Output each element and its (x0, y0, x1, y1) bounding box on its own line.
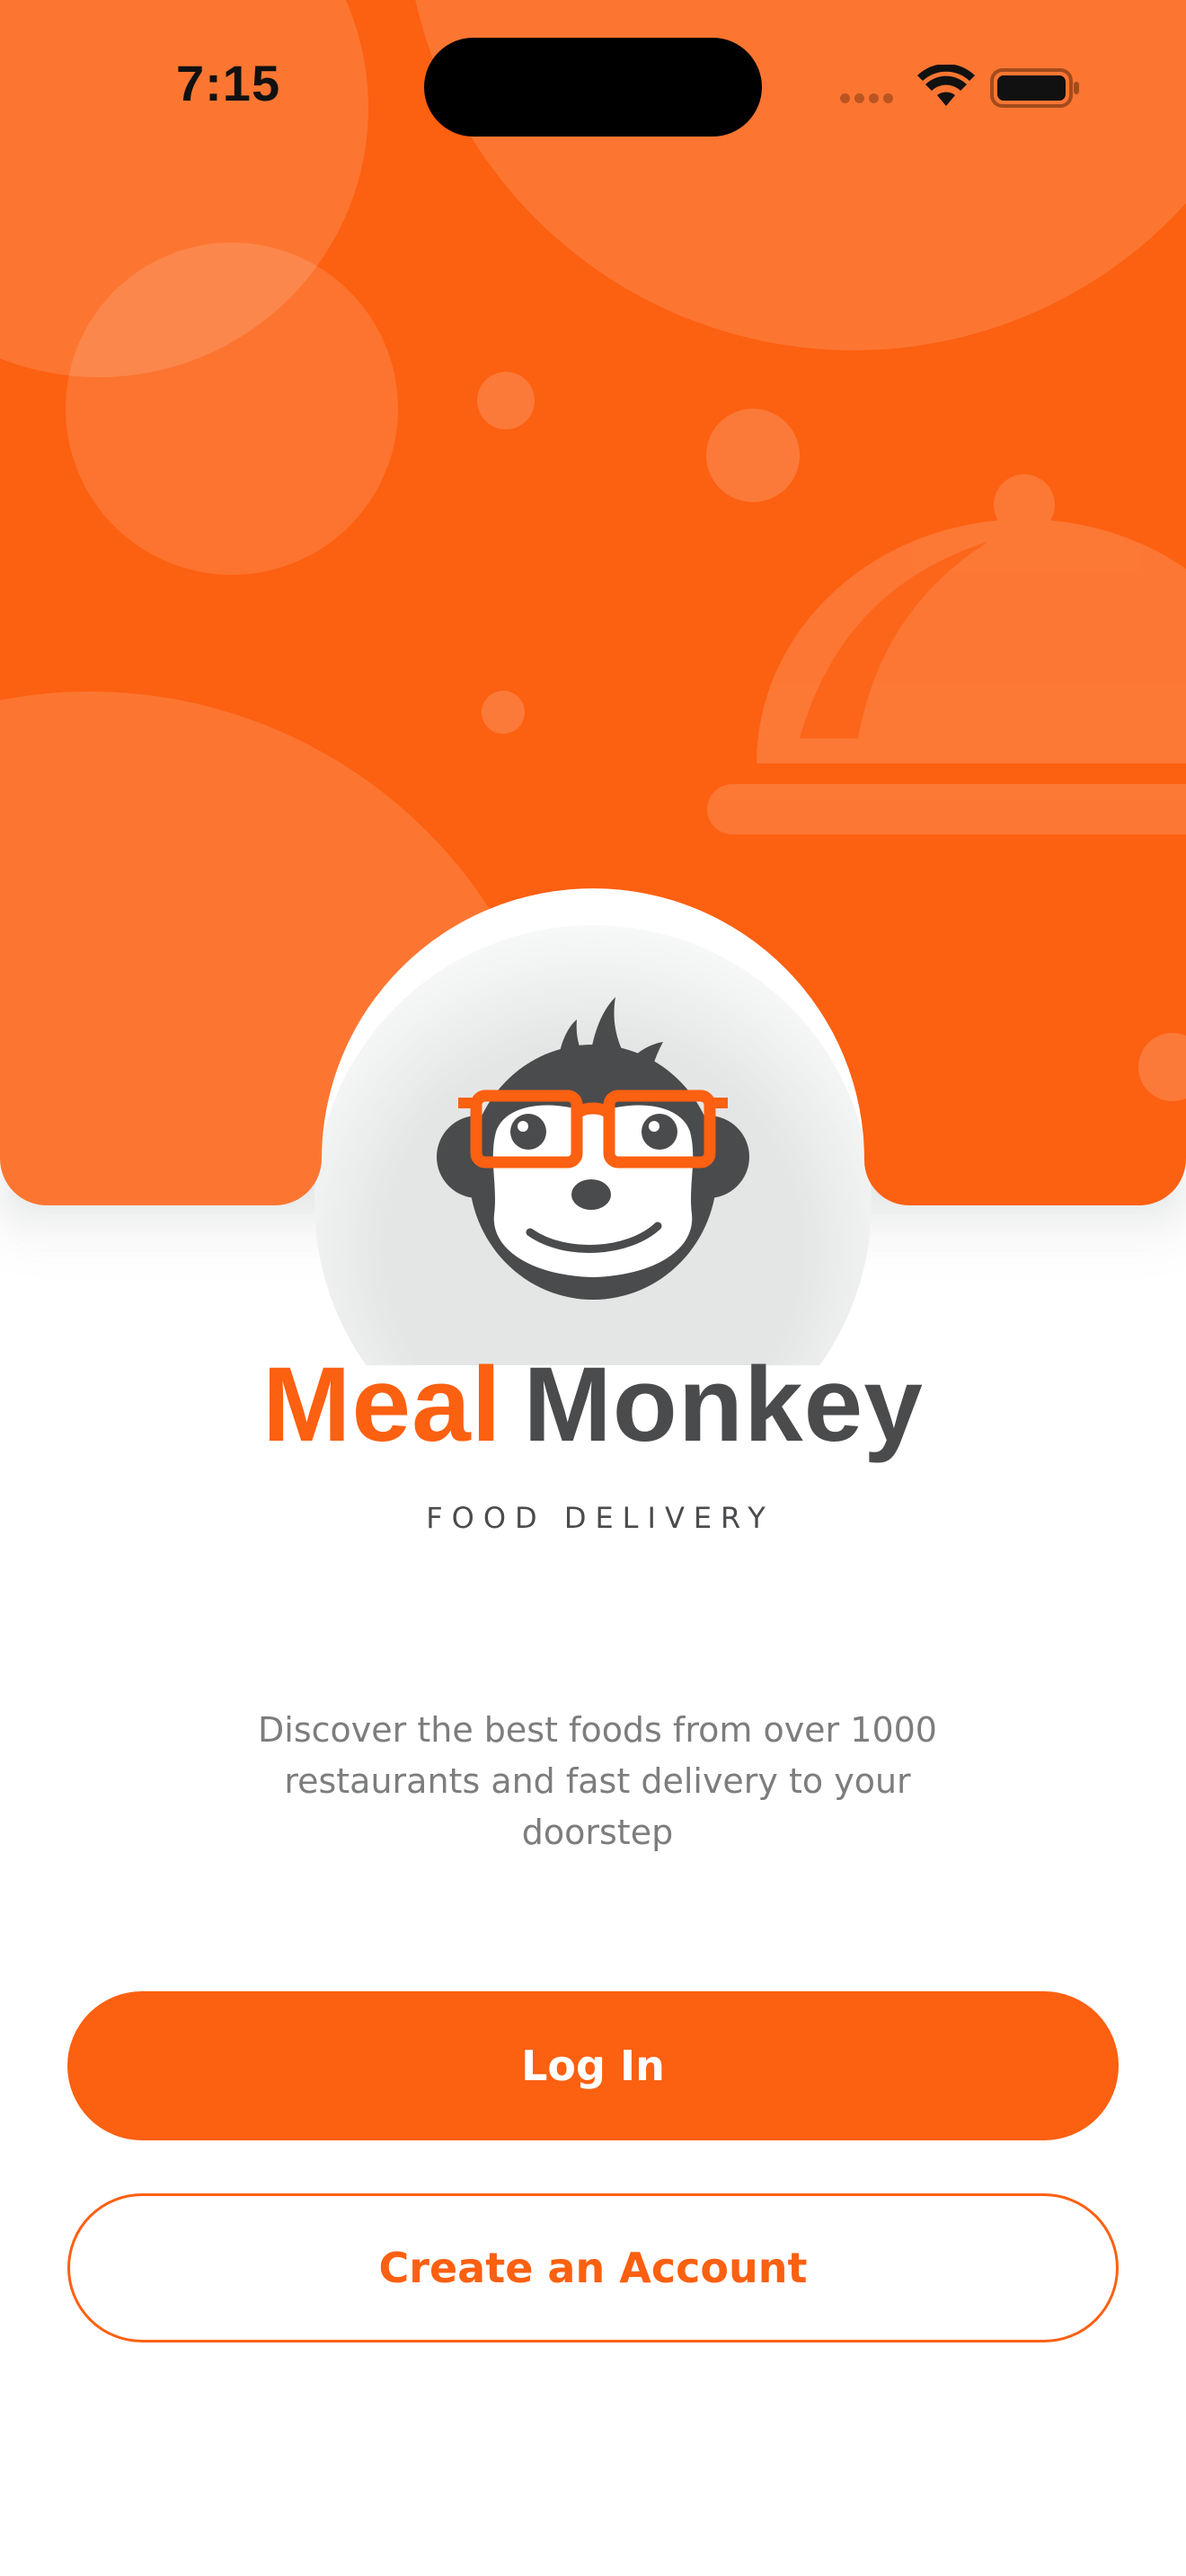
monkey-with-glasses-icon (437, 997, 749, 1300)
brand-wordmark: Meal Monkey (0, 1352, 1186, 1458)
create-account-button[interactable]: Create an Account (67, 2193, 1119, 2342)
brand-tagline: FOOD DELIVERY (426, 1501, 774, 1535)
cellular-signal-icon (840, 90, 903, 108)
status-bar: 7:15 (0, 0, 1186, 171)
status-time: 7:15 (176, 55, 281, 111)
login-button[interactable]: Log In (67, 1991, 1119, 2140)
battery-icon (990, 68, 1079, 108)
brand-name-monkey: Monkey (523, 1345, 924, 1464)
wifi-icon (917, 65, 975, 106)
brand-name-meal: Meal (262, 1345, 502, 1464)
welcome-description: Discover the best foods from over 1000 r… (258, 1710, 937, 1852)
dynamic-island (424, 38, 762, 137)
